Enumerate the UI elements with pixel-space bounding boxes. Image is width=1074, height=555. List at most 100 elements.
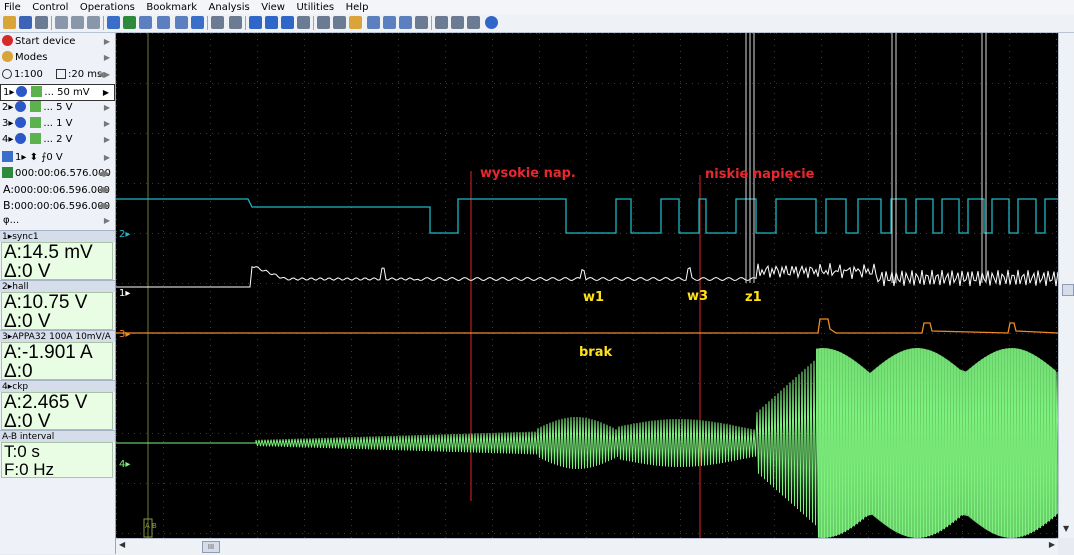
adjust-arrows-icon[interactable]: ◀▶ xyxy=(98,166,110,181)
save-icon[interactable] xyxy=(19,16,32,29)
channel-toggle-icon[interactable]: ▶ xyxy=(104,116,110,131)
channel-1-marker[interactable]: 1▸ xyxy=(119,288,130,299)
trigger-icon[interactable] xyxy=(107,16,120,29)
menu-control[interactable]: Control xyxy=(28,1,72,15)
timebase-row[interactable]: 1:100 :20 ms ◀▶ xyxy=(0,67,115,82)
readout-box-interval: T:0 s F:0 Hz xyxy=(1,442,113,478)
coupling-icon xyxy=(30,117,42,128)
channel-4-marker[interactable]: 4▸ xyxy=(119,459,130,470)
check-icon[interactable] xyxy=(249,16,262,29)
channel-number: 3 xyxy=(2,118,9,129)
start-device-label: Start device xyxy=(15,36,76,47)
channel-toggle-icon[interactable]: ▶ xyxy=(104,100,110,115)
timebase-icon xyxy=(56,69,67,79)
print-icon[interactable] xyxy=(35,16,48,29)
channel-3-marker[interactable]: 3▸ xyxy=(119,329,130,340)
start-device-item[interactable]: Start device ▶ xyxy=(0,34,115,49)
modes-label: Modes xyxy=(15,52,48,63)
paste-icon[interactable] xyxy=(71,16,84,29)
channel-2-trace xyxy=(116,198,1058,234)
channel-row-1[interactable]: 1▸... 50 mV ▶ xyxy=(0,84,115,101)
menu-bookmark[interactable]: Bookmark xyxy=(142,1,201,15)
wave-alt-icon[interactable] xyxy=(157,16,170,29)
channel-number: 4 xyxy=(2,134,9,145)
undo-icon[interactable] xyxy=(191,16,204,29)
annotation-w1: w1 xyxy=(583,290,604,305)
annotation-brak: brak xyxy=(579,345,612,360)
horizontal-scrollbar[interactable]: ◀ III ▶ xyxy=(116,538,1058,555)
scroll-left-icon[interactable]: ◀ xyxy=(119,540,125,549)
channel-scale: ... 1 V xyxy=(43,118,73,129)
help-icon[interactable] xyxy=(485,16,498,29)
interval-freq-value: F:0 Hz xyxy=(4,460,55,479)
cursor-b-row[interactable]: B:000:00:06.596.000 ◀▶ xyxy=(0,198,115,213)
check-none-icon[interactable] xyxy=(281,16,294,29)
bookmark-icon[interactable] xyxy=(349,16,362,29)
display-icon[interactable] xyxy=(211,16,224,29)
cursor-ab-label: A B xyxy=(145,522,157,530)
wave-filter-icon[interactable] xyxy=(175,16,188,29)
channel-row-4[interactable]: 4▸... 2 V ▶ xyxy=(0,132,115,147)
wave-icon[interactable] xyxy=(139,16,152,29)
hscroll-thumb[interactable]: III xyxy=(202,541,220,553)
check-all-icon[interactable] xyxy=(265,16,278,29)
step-forward-icon[interactable] xyxy=(399,16,412,29)
scope-svg: 2▸ 1▸ 3▸ 4▸ wysokie nap. niskie napięcie… xyxy=(116,33,1059,539)
cursor-a-row[interactable]: A:000:00:06.596.000 ◀▶ xyxy=(0,182,115,197)
open-icon[interactable] xyxy=(3,16,16,29)
adjust-arrows-icon[interactable]: ◀▶ xyxy=(98,182,110,197)
annotation-z1: z1 xyxy=(745,290,762,305)
menu-view[interactable]: View xyxy=(257,1,289,15)
layout-two-icon[interactable] xyxy=(451,16,464,29)
cursor-b-label: B: xyxy=(3,199,15,212)
channel-row-2[interactable]: 2▸... 5 V ▶ xyxy=(0,100,115,115)
channel-icon xyxy=(16,86,28,97)
adjust-arrows-icon[interactable]: ◀▶ xyxy=(98,67,110,82)
readout-delta-value: Δ:0 xyxy=(4,361,33,382)
zoom-value: 1:100 xyxy=(14,69,43,80)
phase-row[interactable]: φ... ▶ xyxy=(0,213,115,228)
channel-scale: ... 5 V xyxy=(43,102,73,113)
channel-row-3[interactable]: 3▸... 1 V ▶ xyxy=(0,116,115,131)
readout-header-interval: A-B interval xyxy=(0,430,115,442)
trigger-row[interactable]: 1▸ ⬍ ⨍0 V ▶ xyxy=(0,150,115,165)
scroll-right-icon[interactable]: ▶ xyxy=(1049,540,1055,549)
step-icon[interactable] xyxy=(383,16,396,29)
t-position-row[interactable]: 000:00:06.576.000 ◀▶ xyxy=(0,166,115,181)
channel-1-spikes xyxy=(745,33,987,283)
menu-help[interactable]: Help xyxy=(342,1,373,15)
export-icon[interactable] xyxy=(333,16,346,29)
power-icon xyxy=(2,35,13,46)
layout-icon[interactable] xyxy=(435,16,448,29)
modes-icon xyxy=(2,51,13,62)
cursor-a-value: 000:00:06.596.000 xyxy=(14,185,110,196)
menu-analysis[interactable]: Analysis xyxy=(205,1,254,15)
channel-toggle-icon[interactable]: ▶ xyxy=(103,85,109,100)
measure-icon[interactable] xyxy=(317,16,330,29)
menu-utilities[interactable]: Utilities xyxy=(292,1,338,15)
channel-1-trace xyxy=(116,263,1059,288)
monitor-icon[interactable] xyxy=(229,16,242,29)
channel-toggle-icon[interactable]: ▶ xyxy=(104,132,110,147)
vertical-scrollbar[interactable]: ▼ xyxy=(1058,33,1074,538)
channel-scale: ... 2 V xyxy=(43,134,73,145)
table-icon[interactable] xyxy=(415,16,428,29)
cut-icon[interactable] xyxy=(87,16,100,29)
oscilloscope-screen[interactable]: 2▸ 1▸ 3▸ 4▸ wysokie nap. niskie napięcie… xyxy=(116,33,1059,539)
cursor-icon[interactable] xyxy=(123,16,136,29)
vscroll-thumb[interactable] xyxy=(1062,284,1074,296)
channel-icon xyxy=(15,101,27,112)
adjust-arrows-icon[interactable]: ◀▶ xyxy=(98,198,110,213)
step-back-icon[interactable] xyxy=(367,16,380,29)
modes-item[interactable]: Modes ▶ xyxy=(0,50,115,65)
annotation-w3: w3 xyxy=(687,289,708,304)
readout-delta-value: Δ:0 V xyxy=(4,311,51,332)
channel-2-marker[interactable]: 2▸ xyxy=(119,229,130,240)
readout-header-4: 4▸ckp xyxy=(0,380,115,392)
remove-icon[interactable] xyxy=(297,16,310,29)
copy-icon[interactable] xyxy=(55,16,68,29)
menu-file[interactable]: File xyxy=(0,1,25,15)
grid-icon[interactable] xyxy=(467,16,480,29)
scroll-down-icon[interactable]: ▼ xyxy=(1063,524,1069,533)
menu-operations[interactable]: Operations xyxy=(76,1,139,15)
